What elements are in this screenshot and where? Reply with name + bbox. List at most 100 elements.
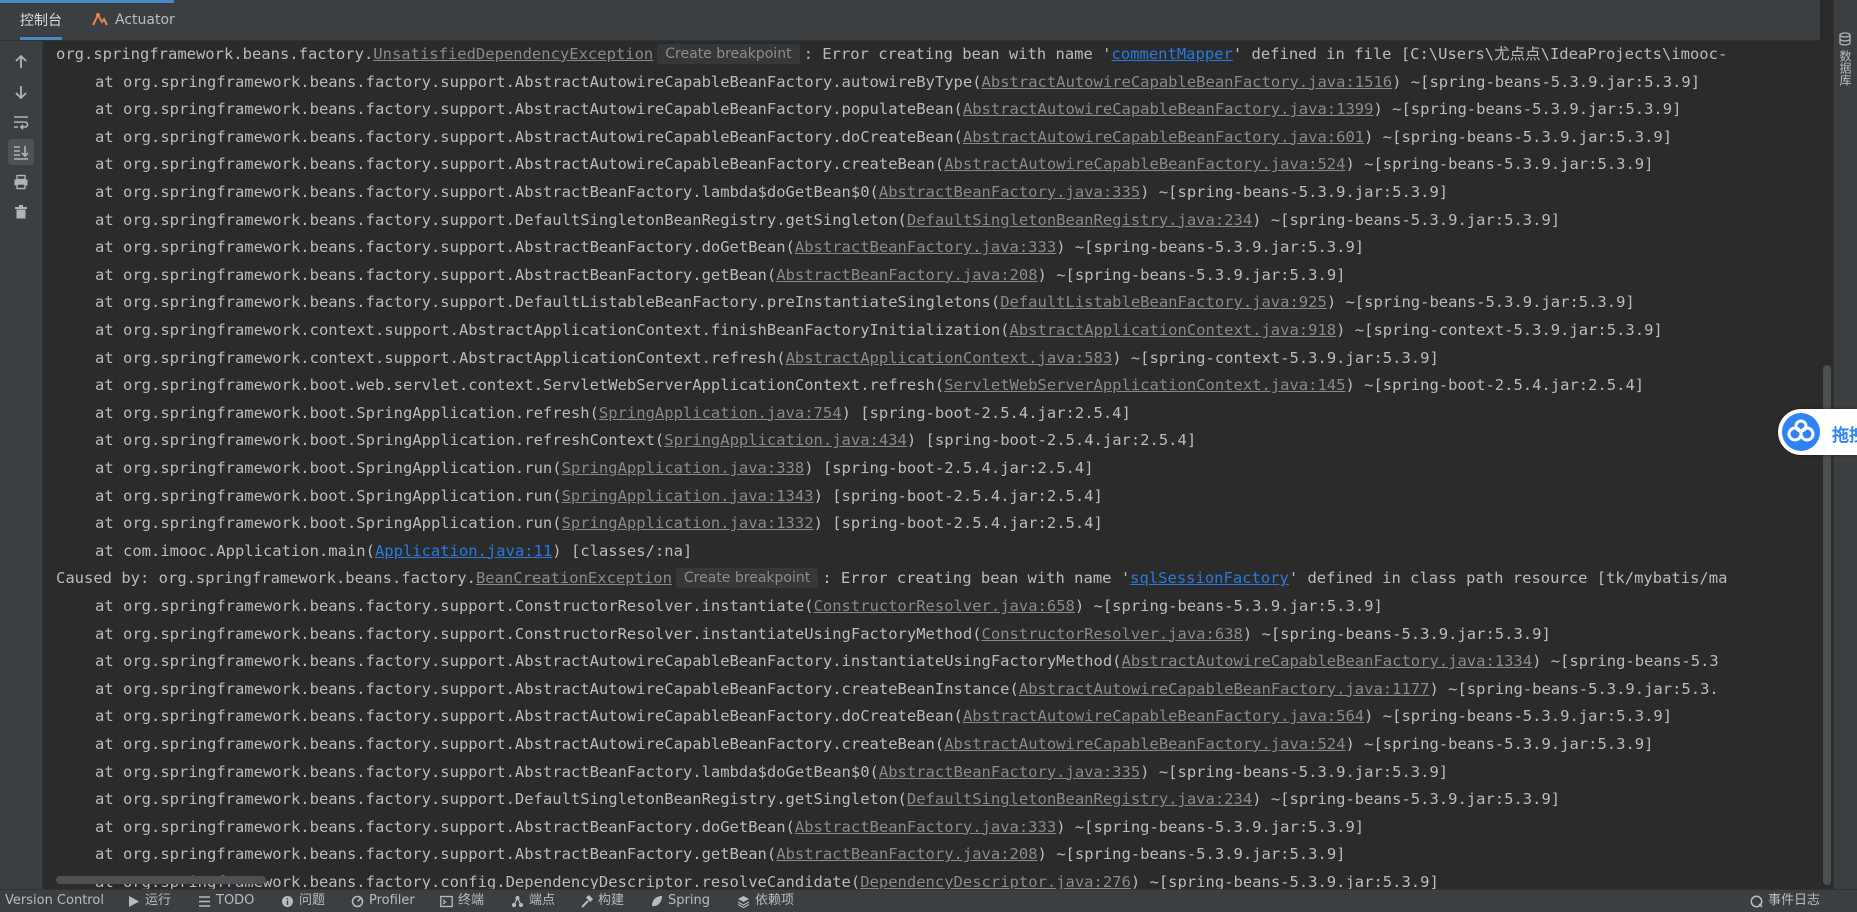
log-text: at org.springframework.beans.factory.sup… [95,679,1019,698]
log-text: ) ~[spring-context-5.3.9.jar:5.3.9] [1336,321,1663,339]
log-text: at org.springframework.boot.SpringApplic… [95,514,562,533]
source-link[interactable]: AbstractBeanFactory.java:335 [879,183,1140,201]
source-link[interactable]: DependencyDescriptor.java:276 [860,873,1131,889]
console-line: org.springframework.beans.factory.Unsati… [56,41,1727,68]
source-link[interactable]: AbstractAutowireCapableBeanFactory.java:… [1019,680,1430,698]
database-tool-tab[interactable]: 数据库 [1837,50,1854,86]
source-link[interactable]: AbstractBeanFactory.java:333 [795,818,1056,836]
console-line: at org.springframework.beans.factory.sup… [56,759,1448,786]
clear-all-button[interactable] [8,199,34,225]
source-link[interactable]: AbstractAutowireCapableBeanFactory.java:… [944,155,1345,173]
source-link[interactable]: ServletWebServerApplicationContext.java:… [944,376,1345,394]
log-text: ) [spring-boot-2.5.4.jar:2.5.4] [804,459,1094,477]
source-link[interactable]: AbstractBeanFactory.java:333 [795,238,1056,256]
console-line: at com.imooc.Application.main(Applicatio… [56,538,692,565]
status-profiler-label: Profiler [369,893,415,908]
cloud-drag-widget[interactable]: 拖拽 [1778,409,1857,455]
log-text: ) [spring-boot-2.5.4.jar:2.5.4] [906,431,1197,450]
console-line: at org.springframework.beans.factory.sup… [56,786,1560,813]
log-text: at org.springframework.beans.factory.sup… [95,238,795,257]
event-log-icon [1750,895,1763,908]
source-link[interactable]: SpringApplication.java:434 [664,431,907,449]
log-text: ) ~[spring-beans-5.3.9.jar:5.3.9] [1392,72,1701,91]
source-link[interactable]: AbstractBeanFactory.java:208 [776,266,1037,284]
cloud-logo [1782,413,1820,451]
status-spring[interactable]: Spring [650,890,710,912]
soft-wrap-icon [14,116,29,130]
status-endpoints[interactable]: 端点 [511,890,555,912]
create-breakpoint-button[interactable]: Create breakpoint [675,568,819,589]
source-link[interactable]: SpringApplication.java:1332 [562,514,814,532]
print-button[interactable] [8,169,34,195]
scroll-to-end-button[interactable] [8,139,34,165]
log-text: ) ~[spring-beans-5.3.9.jar:5.3.9] [1140,762,1449,781]
source-link[interactable]: AbstractAutowireCapableBeanFactory.java:… [963,707,1364,725]
status-dependencies[interactable]: 依赖项 [737,890,794,912]
status-profiler[interactable]: Profiler [351,890,415,912]
source-link[interactable]: AbstractAutowireCapableBeanFactory.java:… [963,100,1374,118]
source-link[interactable]: DefaultSingletonBeanRegistry.java:234 [907,211,1252,229]
log-text: ) ~[spring-beans-5.3.9.jar:5.3.9] [1056,817,1365,836]
source-link[interactable]: ConstructorResolver.java:638 [982,625,1243,643]
log-text: : Error creating bean with name ' [803,45,1112,63]
log-text: ) [spring-boot-2.5.4.jar:2.5.4] [813,514,1103,533]
layers-icon [737,895,750,908]
source-link[interactable]: AbstractAutowireCapableBeanFactory.java:… [982,73,1393,91]
status-problems[interactable]: 问题 [281,890,325,912]
source-link[interactable]: DefaultSingletonBeanRegistry.java:234 [907,790,1252,808]
source-link[interactable]: SpringApplication.java:1343 [562,487,814,505]
console-line: at org.springframework.beans.factory.sup… [56,676,1719,703]
source-link[interactable]: SpringApplication.java:338 [562,459,805,477]
source-link[interactable]: AbstractBeanFactory.java:208 [776,845,1037,863]
console-line: at org.springframework.beans.factory.sup… [56,96,1681,123]
status-run[interactable]: 运行 [127,890,171,912]
status-version-control[interactable]: Version Control [5,890,104,912]
console-output[interactable]: org.springframework.beans.factory.Unsati… [43,41,1823,889]
log-text: at org.springframework.beans.factory.sup… [95,624,982,643]
status-spring-label: Spring [668,893,710,908]
status-build-label: 构建 [598,893,625,908]
status-build[interactable]: 构建 [580,890,624,912]
source-link[interactable]: AbstractApplicationContext.java:918 [1010,321,1337,339]
status-todo[interactable]: TODO [198,890,254,912]
source-link[interactable]: AbstractAutowireCapableBeanFactory.java:… [1122,652,1533,670]
tab-actuator[interactable]: Actuator [91,0,175,40]
log-text: ) ~[spring-beans-5.3.9.jar:5.3.9] [1056,238,1365,257]
console-line: at org.springframework.beans.factory.sup… [56,289,1635,316]
source-link[interactable]: ConstructorResolver.java:658 [814,597,1075,615]
source-link[interactable]: AbstractAutowireCapableBeanFactory.java:… [944,735,1345,753]
tab-console-label: 控制台 [20,13,62,29]
source-link[interactable]: DefaultListableBeanFactory.java:925 [1000,293,1327,311]
console-line: Caused by: org.springframework.beans.fac… [56,565,1727,592]
scroll-up-button[interactable] [8,49,34,75]
status-terminal[interactable]: 终端 [440,890,484,912]
status-dependencies-label: 依赖项 [755,893,795,908]
console-line: at org.springframework.beans.factory.sup… [56,621,1551,648]
horizontal-scrollbar-thumb[interactable] [56,876,266,884]
log-text: ) ~[spring-boot-2.5.4.jar:2.5.4] [1345,376,1645,395]
source-link[interactable]: sqlSessionFactory [1130,569,1289,587]
tool-window-tab-bar: 控制台 Actuator [0,0,1820,41]
cloud-icon [1787,419,1815,442]
tab-console[interactable]: 控制台 [20,0,62,40]
console-line: at org.springframework.beans.factory.sup… [56,648,1719,675]
soft-wrap-button[interactable] [8,109,34,135]
create-breakpoint-button[interactable]: Create breakpoint [657,44,800,64]
terminal-icon [440,895,453,907]
log-text: at org.springframework.beans.factory.sup… [95,597,814,615]
status-event-log[interactable]: 事件日志 [1750,890,1820,912]
source-link[interactable]: Application.java:11 [375,542,552,560]
source-link[interactable]: AbstractBeanFactory.java:335 [879,763,1140,781]
console-line: at org.springframework.beans.factory.sup… [56,262,1345,289]
source-link[interactable]: SpringApplication.java:754 [599,404,842,422]
source-link[interactable]: BeanCreationException [476,569,672,587]
source-link[interactable]: AbstractAutowireCapableBeanFactory.java:… [963,128,1364,146]
source-link[interactable]: commentMapper [1112,45,1233,63]
source-link[interactable]: UnsatisfiedDependencyException [373,45,653,63]
printer-icon [14,174,28,190]
console-line: at org.springframework.beans.factory.sup… [56,703,1672,730]
scroll-down-button[interactable] [8,79,34,105]
source-link[interactable]: AbstractApplicationContext.java:583 [786,349,1113,367]
run-icon [129,895,139,907]
log-text: ) ~[spring-context-5.3.9.jar:5.3.9] [1112,348,1439,367]
